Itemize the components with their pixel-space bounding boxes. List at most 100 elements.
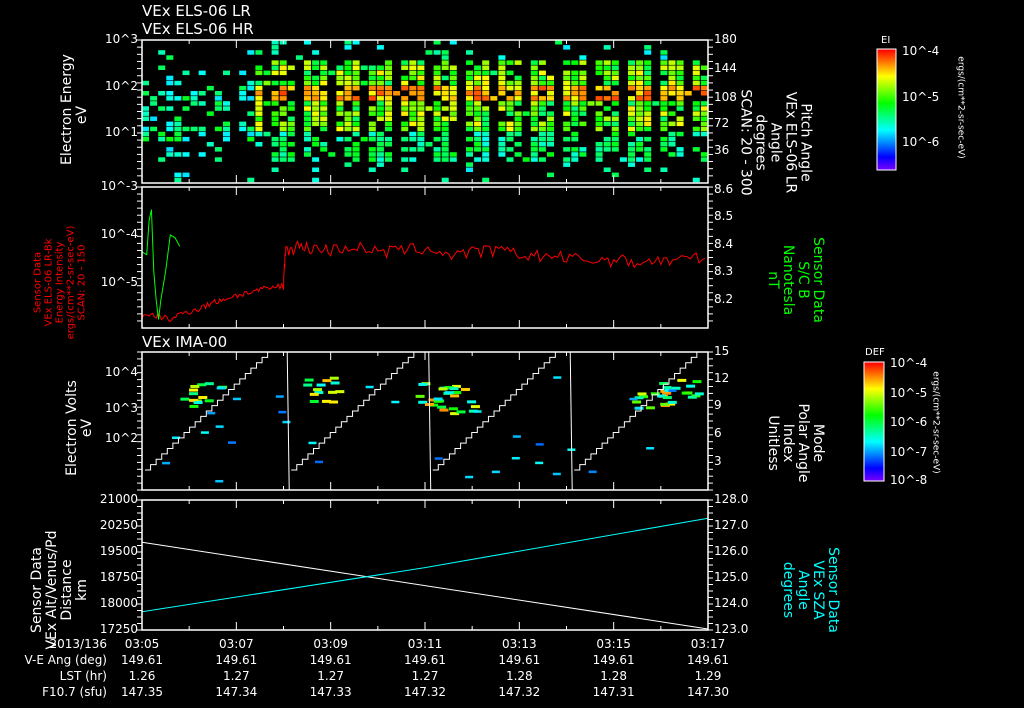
ion-spectrogram-cell <box>692 380 702 384</box>
spectrogram-cell <box>611 75 619 81</box>
ion-spectrogram-cell <box>180 397 190 401</box>
spectrogram-cell <box>506 111 514 116</box>
spectrogram-cell <box>166 126 174 132</box>
spectrogram-cell <box>174 131 182 137</box>
spectrogram-cell <box>279 152 287 157</box>
ion-spectrogram-cell <box>668 389 677 392</box>
ion-spectrogram-cell <box>473 410 482 413</box>
spectrogram-cell <box>603 136 611 142</box>
spectrogram-cell <box>320 80 328 86</box>
spectrogram-cell <box>417 101 425 106</box>
spectrogram-cell <box>636 136 644 142</box>
spectrogram-cell <box>312 136 320 142</box>
spectrogram-cell <box>142 111 149 116</box>
spectrogram-cell <box>166 152 174 157</box>
spectrogram-cell <box>312 80 320 86</box>
spectrogram-cell <box>328 152 336 157</box>
colorbar-ei-tick: 10^-6 <box>902 135 940 149</box>
spectrogram-cell <box>628 147 635 152</box>
spectrogram-cell <box>344 91 352 96</box>
ion-spectrogram-cell <box>162 461 171 465</box>
ion-spectrogram-cell <box>215 425 224 428</box>
spectrogram-cell <box>239 70 247 76</box>
spectrogram-cell <box>466 75 473 81</box>
spectrogram-cell <box>466 147 473 152</box>
spectrogram-cell <box>595 96 603 101</box>
spectrogram-cell <box>466 50 473 55</box>
spectrogram-cell <box>482 131 490 137</box>
panel2-right-tick: 8.4 <box>714 237 734 251</box>
footer-ve-ang-value: 149.61 <box>592 653 635 667</box>
spectrogram-cell <box>668 91 676 96</box>
footer-times-value: 03:11 <box>407 637 443 651</box>
spectrogram-cell <box>571 85 579 91</box>
spectrogram-cell <box>401 121 409 127</box>
footer-times-value: 03:13 <box>502 637 537 651</box>
spectrogram-cell <box>644 75 652 81</box>
spectrogram-cell <box>530 101 538 106</box>
spectrogram-cell <box>304 152 311 157</box>
spectrogram-cell <box>287 157 295 162</box>
spectrogram-cell <box>538 136 546 142</box>
spectrogram-cell <box>538 96 546 101</box>
spectrogram-cell <box>376 147 384 152</box>
spectrogram-cell <box>263 80 271 86</box>
panel1-ytick: 10^3 <box>105 32 138 46</box>
spectrogram-cell <box>482 177 490 183</box>
spectrogram-cell <box>644 101 652 106</box>
spectrogram-cell <box>449 96 457 101</box>
spectrogram-cell <box>368 106 376 111</box>
spectrogram-cell <box>247 96 255 101</box>
spectrogram-cell <box>401 60 409 65</box>
spectrogram-cell <box>498 126 506 132</box>
spectrogram-cell <box>247 80 255 86</box>
spectrogram-cell <box>279 136 287 142</box>
spectrogram-cell <box>466 162 473 167</box>
spectrogram-cell <box>506 85 514 91</box>
spectrogram-cell <box>449 65 457 70</box>
spectrogram-cell <box>628 142 635 147</box>
spectrogram-cell <box>668 131 676 137</box>
spectrogram-cell <box>441 55 449 60</box>
spectrogram-cell <box>563 106 571 111</box>
spectrogram-cell <box>304 60 311 65</box>
spectrogram-cell <box>206 142 214 147</box>
spectrogram-cell <box>206 111 214 116</box>
panel1-right-tick: 144 <box>714 61 737 75</box>
ion-spectrogram-cell <box>632 400 642 404</box>
spectrogram-cell <box>409 85 417 91</box>
spectrogram-cell <box>336 126 344 132</box>
footer-ve-ang-value: 149.61 <box>404 653 446 667</box>
ion-spectrogram-cell <box>418 382 428 386</box>
spectrogram-cell <box>433 85 441 91</box>
spectrogram-cell <box>498 55 506 60</box>
spectrogram-cell <box>352 96 360 101</box>
spectrogram-cell <box>255 126 263 132</box>
spectrogram-cell <box>628 157 635 162</box>
spectrogram-cell <box>636 101 644 106</box>
spectrogram-cell <box>376 70 384 76</box>
panel1-title-hr: VEx ELS-06 HR <box>142 20 254 38</box>
spectrogram-cell <box>279 157 287 162</box>
spectrogram-cell <box>498 75 506 81</box>
spectrogram-cell <box>692 60 700 65</box>
spectrogram-cell <box>376 96 384 101</box>
spectrogram-cell <box>514 60 522 65</box>
spectrogram-cell <box>692 147 700 152</box>
spectrogram-cell <box>538 121 546 127</box>
spectrogram-cell <box>530 147 538 152</box>
spectrogram-cell <box>247 126 255 132</box>
spectrogram-cell <box>368 65 376 70</box>
spectrogram-cell <box>538 111 546 116</box>
spectrogram-cell <box>344 60 352 65</box>
footer-f107-value: 147.35 <box>121 685 163 699</box>
panel4-right-tick: 123.0 <box>714 622 749 636</box>
spectrogram-cell <box>279 91 287 96</box>
sza-line <box>141 517 709 613</box>
spectrogram-cell <box>214 101 222 106</box>
spectrogram-cell <box>401 96 409 101</box>
spectrogram-cell <box>174 177 182 183</box>
spectrogram-cell <box>466 91 473 96</box>
ion-spectrogram-cell <box>629 397 638 401</box>
footer-lst-value: 1.29 <box>694 669 722 683</box>
